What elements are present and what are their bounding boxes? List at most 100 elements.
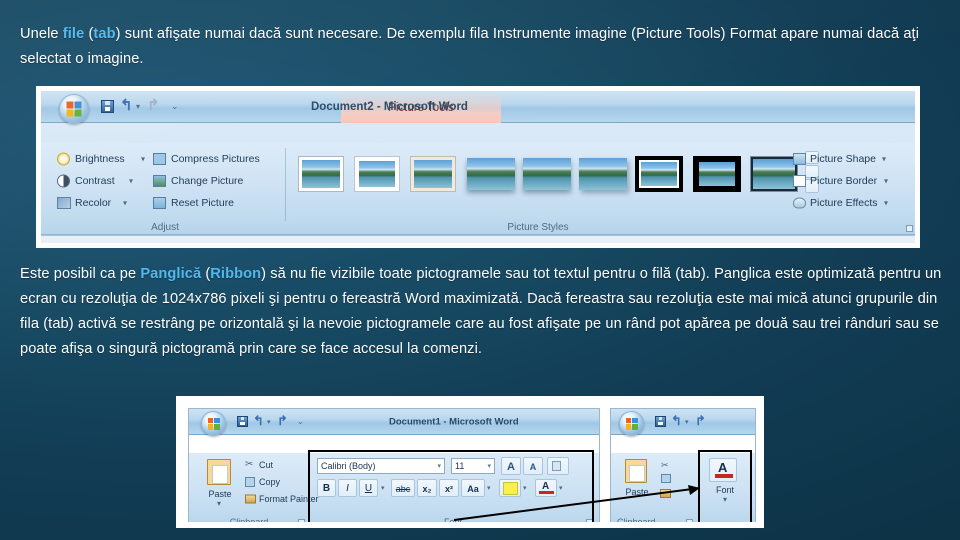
title-bar-narrow: ↰ ▾ ↱ — [611, 409, 755, 436]
save-icon-narrow[interactable] — [655, 416, 666, 427]
command-reset-picture-label: Reset Picture — [171, 197, 235, 209]
reset-picture-icon — [153, 197, 166, 209]
group-clipboard-label-wide: Clipboard — [229, 517, 269, 522]
office-logo-icon — [66, 101, 82, 117]
office-logo-icon-narrow — [625, 417, 638, 430]
picture-style-8[interactable] — [693, 156, 741, 192]
picture-style-4[interactable] — [467, 158, 515, 190]
paste-caret-icon[interactable]: ▾ — [217, 500, 221, 508]
clipboard-dialog-launcher[interactable] — [298, 519, 305, 522]
format-painter-icon — [245, 494, 256, 503]
paste-button-label[interactable]: Paste — [199, 489, 241, 499]
redo-icon[interactable]: ↱ — [147, 98, 160, 113]
command-change-picture-label: Change Picture — [171, 175, 244, 187]
undo-dropdown-caret-icon-narrow[interactable]: ▾ — [685, 419, 689, 426]
office-orb-button-wide[interactable] — [201, 411, 226, 436]
command-picture-border-label: Picture Border — [810, 175, 878, 187]
customize-qat-icon[interactable]: ⌄ — [171, 102, 179, 111]
group-picture-adjust-right: Picture Shape ▾ Picture Border ▾ Picture… — [789, 143, 915, 234]
copy-icon-narrow[interactable] — [661, 474, 671, 483]
paste-icon-narrow[interactable] — [625, 459, 647, 483]
paste-icon[interactable] — [207, 459, 231, 485]
paragraph-top: Unele file (tab) sunt afişate numai dacă… — [20, 22, 920, 72]
para-mid-seg2: ( — [201, 266, 211, 282]
undo-dropdown-caret-icon-wide[interactable]: ▾ — [267, 419, 271, 426]
title-bar-top: Picture Tools Document2 - Microsoft Word… — [41, 91, 915, 124]
picture-styles-dialog-launcher[interactable] — [906, 225, 913, 232]
format-painter-icon-narrow[interactable] — [660, 489, 671, 498]
picture-style-2[interactable] — [355, 157, 399, 191]
picture-style-6[interactable] — [579, 158, 627, 190]
undo-dropdown-caret-icon[interactable]: ▾ — [136, 103, 140, 111]
recolor-caret-icon[interactable]: ▾ — [123, 199, 127, 208]
highlight-box-font-wide — [308, 450, 594, 522]
group-adjust-label: Adjust — [151, 222, 179, 233]
compress-pictures-icon — [153, 153, 166, 165]
contrast-caret-icon[interactable]: ▾ — [129, 177, 133, 186]
redo-icon-wide[interactable]: ↱ — [277, 414, 288, 427]
para-top-highlight-file: file — [62, 26, 85, 42]
para-top-seg3: ) sunt afişate numai dacă sunt necesare.… — [20, 26, 920, 67]
clipboard-dialog-launcher-narrow[interactable] — [686, 519, 693, 522]
picture-border-icon — [793, 175, 806, 187]
para-top-seg1: Unele — [20, 26, 63, 42]
screenshot-picture-tools-ribbon: Picture Tools Document2 - Microsoft Word… — [36, 86, 920, 248]
highlight-box-font-narrow — [698, 450, 752, 522]
command-brightness-label: Brightness — [75, 153, 125, 165]
office-orb-button[interactable] — [59, 94, 89, 124]
command-cut-label: Cut — [259, 459, 274, 470]
picture-border-caret-icon[interactable]: ▾ — [884, 177, 888, 186]
picture-style-5[interactable] — [523, 158, 571, 190]
command-contrast-label: Contrast — [75, 175, 115, 187]
document-canvas-sliver — [41, 235, 915, 243]
undo-icon-narrow[interactable]: ↰ — [671, 414, 682, 427]
group-picture-styles: Picture Styles — [293, 143, 819, 234]
customize-qat-icon-wide[interactable]: ⌄ — [297, 418, 304, 426]
office-orb-button-narrow[interactable] — [619, 411, 644, 436]
paste-button-label-narrow[interactable]: Paste — [617, 487, 657, 497]
scissors-icon-narrow[interactable]: ✂ — [661, 460, 669, 471]
group-divider-1 — [285, 148, 286, 222]
save-icon-wide[interactable] — [237, 416, 248, 427]
command-picture-effects-label: Picture Effects — [810, 197, 878, 209]
undo-icon-wide[interactable]: ↰ — [253, 414, 264, 427]
recolor-icon — [57, 197, 71, 209]
window-title-wide: Document1 - Microsoft Word — [389, 416, 519, 427]
para-mid-highlight-ribbon: Ribbon — [210, 266, 262, 282]
undo-icon[interactable]: ↰ — [120, 98, 133, 113]
screenshot-ribbon-collapse-comparison: Document1 - Microsoft Word ↰ ▾ ↱ ⌄ Home — [176, 396, 764, 528]
office-logo-icon-wide — [207, 417, 220, 430]
command-copy-label: Copy — [259, 476, 281, 487]
para-top-highlight-tab: tab — [93, 26, 116, 42]
para-mid-highlight-panglica: Panglică — [140, 266, 202, 282]
group-picture-styles-label: Picture Styles — [507, 222, 569, 233]
brightness-icon — [57, 152, 70, 166]
picture-shape-caret-icon[interactable]: ▾ — [882, 155, 886, 164]
title-bar-wide: Document1 - Microsoft Word ↰ ▾ ↱ ⌄ — [189, 409, 599, 436]
copy-icon — [245, 476, 255, 487]
picture-shape-icon — [793, 153, 806, 165]
window-title-top: Document2 - Microsoft Word — [311, 100, 468, 113]
command-compress-pictures-label: Compress Pictures — [171, 153, 260, 165]
group-clipboard-narrow: Paste ✂ Clipboard — [615, 453, 693, 522]
scissors-icon: ✂ — [245, 458, 254, 470]
redo-icon-narrow[interactable]: ↱ — [695, 414, 706, 427]
picture-style-3[interactable] — [411, 157, 455, 191]
para-mid-seg1: Este posibil ca pe — [20, 266, 141, 282]
group-clipboard-label-narrow: Clipboard — [617, 517, 656, 522]
picture-style-7-selected[interactable] — [635, 156, 683, 192]
picture-effects-caret-icon[interactable]: ▾ — [884, 199, 888, 208]
brightness-caret-icon[interactable]: ▾ — [141, 155, 145, 164]
paragraph-middle: Este posibil ca pe Panglică (Ribbon) să … — [20, 262, 945, 362]
picture-effects-icon — [793, 197, 806, 209]
group-clipboard-wide: Paste ▾ ✂ Cut Copy Format Painter Clipbo… — [193, 453, 319, 522]
slide-canvas: Unele file ( tab) sunt afişate numai dacă… — [0, 0, 960, 540]
picture-style-1[interactable] — [299, 157, 343, 191]
change-picture-icon — [153, 175, 166, 187]
command-picture-shape-label: Picture Shape — [810, 153, 876, 165]
group-adjust: Brightness ▾ Contrast ▾ Recolor ▾ Compre… — [49, 143, 281, 234]
ribbon-top: Brightness ▾ Contrast ▾ Recolor ▾ Compre… — [41, 143, 915, 235]
save-icon[interactable] — [101, 100, 114, 113]
command-recolor-label: Recolor — [75, 197, 112, 209]
contrast-icon — [57, 174, 70, 188]
